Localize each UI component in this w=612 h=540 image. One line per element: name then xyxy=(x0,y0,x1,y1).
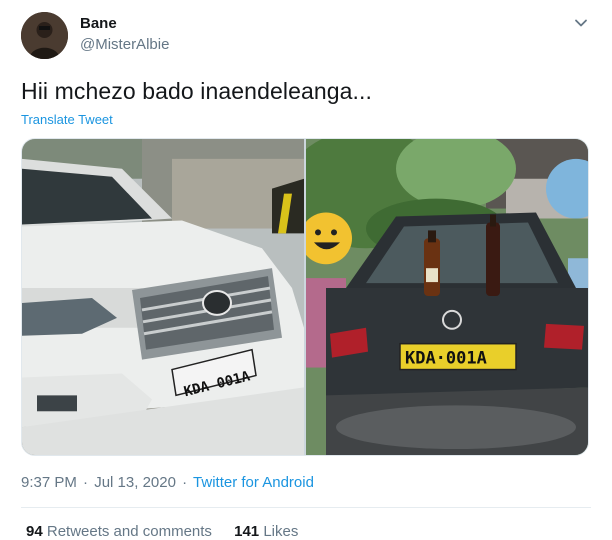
tweet-time[interactable]: 9:37 PM xyxy=(21,474,77,491)
translate-tweet-link[interactable]: Translate Tweet xyxy=(21,112,113,127)
media-grid: KDA 001A KDA·001A xyxy=(21,138,589,456)
likes-label: Likes xyxy=(263,523,299,540)
chevron-down-icon[interactable] xyxy=(572,14,590,32)
tweet-text: Hii mchezo bado inaendeleanga... xyxy=(21,78,372,104)
meta-separator-2: · xyxy=(182,474,188,491)
tweet-source-link[interactable]: Twitter for Android xyxy=(193,474,314,491)
divider xyxy=(21,507,591,508)
user-handle[interactable]: @MisterAlbie xyxy=(80,36,169,53)
photo-dark-sedan[interactable]: KDA·001A xyxy=(306,139,588,455)
tweet-card: Bane @MisterAlbie Hii mchezo bado inaend… xyxy=(0,0,612,540)
photo-white-suv[interactable]: KDA 001A xyxy=(22,139,304,455)
retweets-count: 94 xyxy=(26,523,43,540)
user-display-name[interactable]: Bane xyxy=(80,15,117,32)
retweets-stat[interactable]: 94 Retweets and comments xyxy=(26,523,212,540)
likes-stat[interactable]: 141 Likes xyxy=(234,523,298,540)
tweet-stats: 94 Retweets and comments 141 Likes xyxy=(26,523,316,540)
retweets-label: Retweets and comments xyxy=(46,523,212,540)
tweet-date[interactable]: Jul 13, 2020 xyxy=(94,474,176,491)
meta-separator: · xyxy=(83,474,89,491)
right-plate-text: KDA·001A xyxy=(405,348,487,368)
likes-count: 141 xyxy=(234,523,260,540)
avatar[interactable] xyxy=(21,12,68,59)
tweet-meta: 9:37 PM · Jul 13, 2020 · Twitter for And… xyxy=(21,474,314,491)
